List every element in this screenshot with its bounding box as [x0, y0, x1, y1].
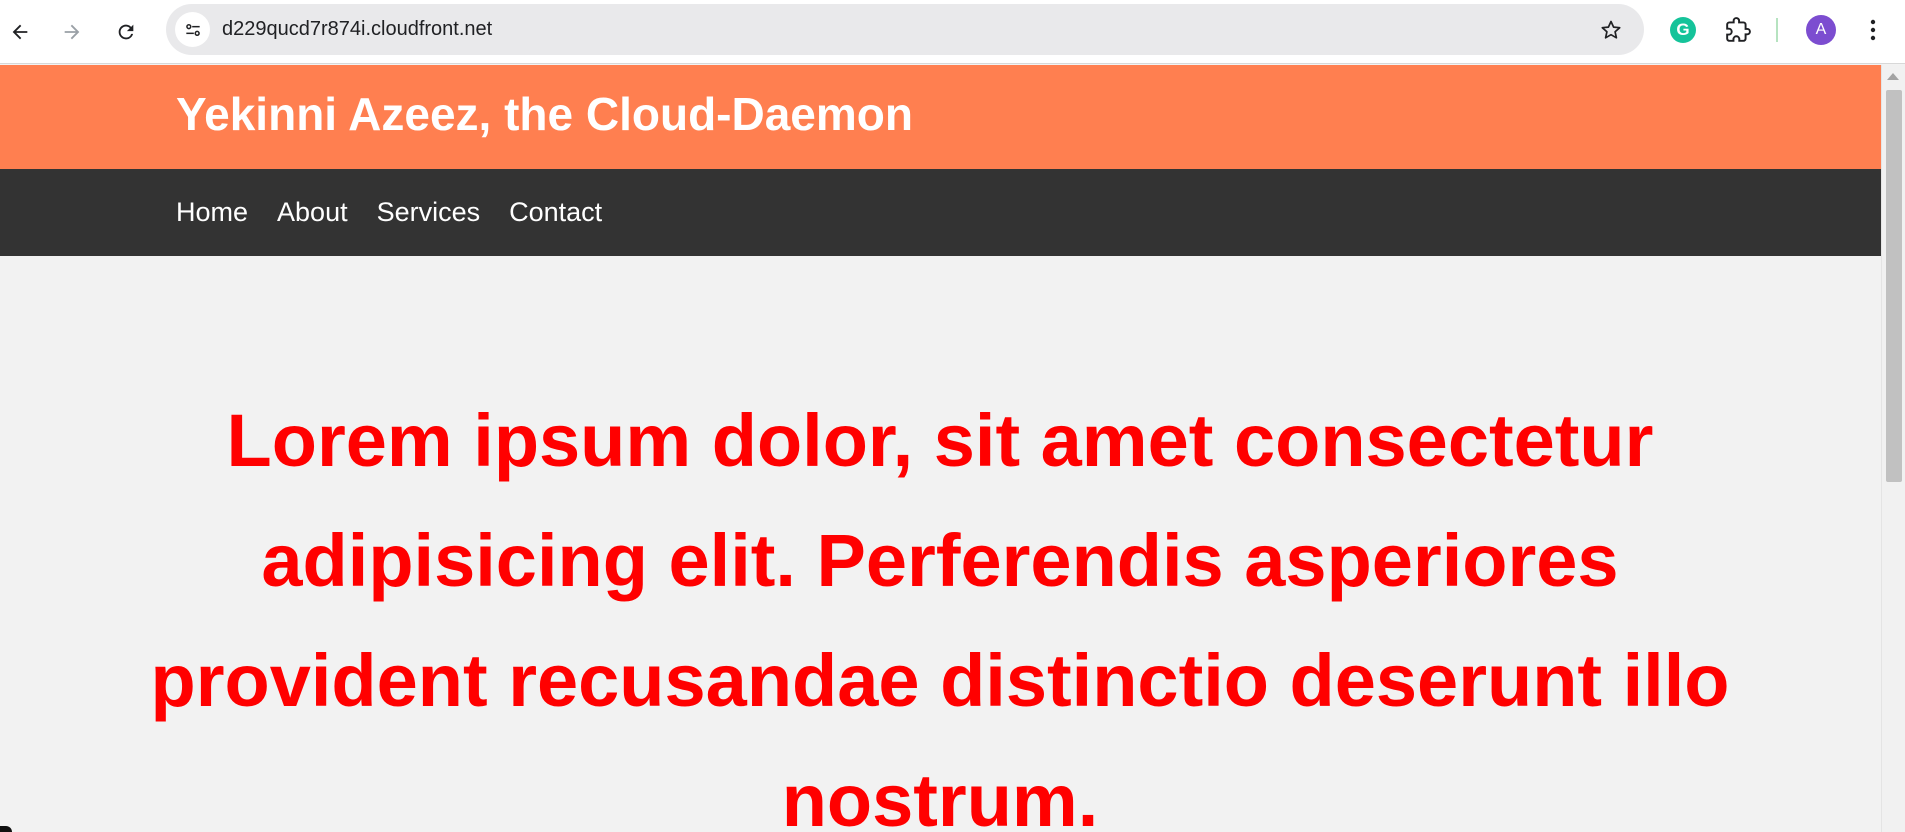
back-button[interactable] [0, 12, 40, 52]
url-text[interactable]: d229qucd7r874i.cloudfront.net [222, 4, 492, 55]
hero-heading: Lorem ipsum dolor, sit amet consectetur … [150, 399, 1730, 832]
vertical-scrollbar[interactable] [1881, 65, 1905, 832]
site-info-button[interactable] [175, 12, 210, 47]
site-title: Yekinni Azeez, the Cloud-Daemon [176, 88, 913, 140]
corner-fragment [0, 826, 12, 832]
page-viewport: Yekinni Azeez, the Cloud-Daemon Home Abo… [0, 65, 1881, 832]
nav-link-home[interactable]: Home [176, 197, 248, 228]
tune-icon [185, 23, 200, 36]
arrow-right-icon [64, 24, 80, 40]
grammarly-icon: G [1670, 17, 1696, 43]
extensions-button[interactable] [1722, 14, 1754, 46]
nav-link-about[interactable]: About [277, 197, 348, 228]
toolbar-divider [1776, 18, 1778, 42]
kebab-menu-icon [1870, 19, 1876, 41]
forward-button[interactable] [52, 12, 92, 52]
reload-button[interactable] [106, 12, 146, 52]
browser-menu-button[interactable] [1858, 14, 1888, 46]
nav-link-contact[interactable]: Contact [509, 197, 602, 228]
profile-avatar[interactable]: A [1806, 15, 1836, 45]
nav-links: Home About Services Contact [176, 169, 602, 256]
address-bar[interactable]: d229qucd7r874i.cloudfront.net [166, 4, 1644, 55]
scroll-up-arrow-icon[interactable] [1887, 73, 1899, 80]
browser-toolbar: d229qucd7r874i.cloudfront.net G A [0, 0, 1905, 64]
arrow-left-icon [12, 24, 28, 40]
reload-icon [118, 24, 134, 40]
site-nav: Home About Services Contact [0, 169, 1881, 256]
site-header: Yekinni Azeez, the Cloud-Daemon [0, 65, 1881, 169]
puzzle-icon [1726, 17, 1751, 42]
star-icon [1601, 20, 1621, 39]
nav-link-services[interactable]: Services [377, 197, 481, 228]
scroll-thumb[interactable] [1886, 90, 1902, 482]
bookmark-button[interactable] [1596, 15, 1626, 45]
grammarly-extension-button[interactable]: G [1668, 15, 1698, 45]
